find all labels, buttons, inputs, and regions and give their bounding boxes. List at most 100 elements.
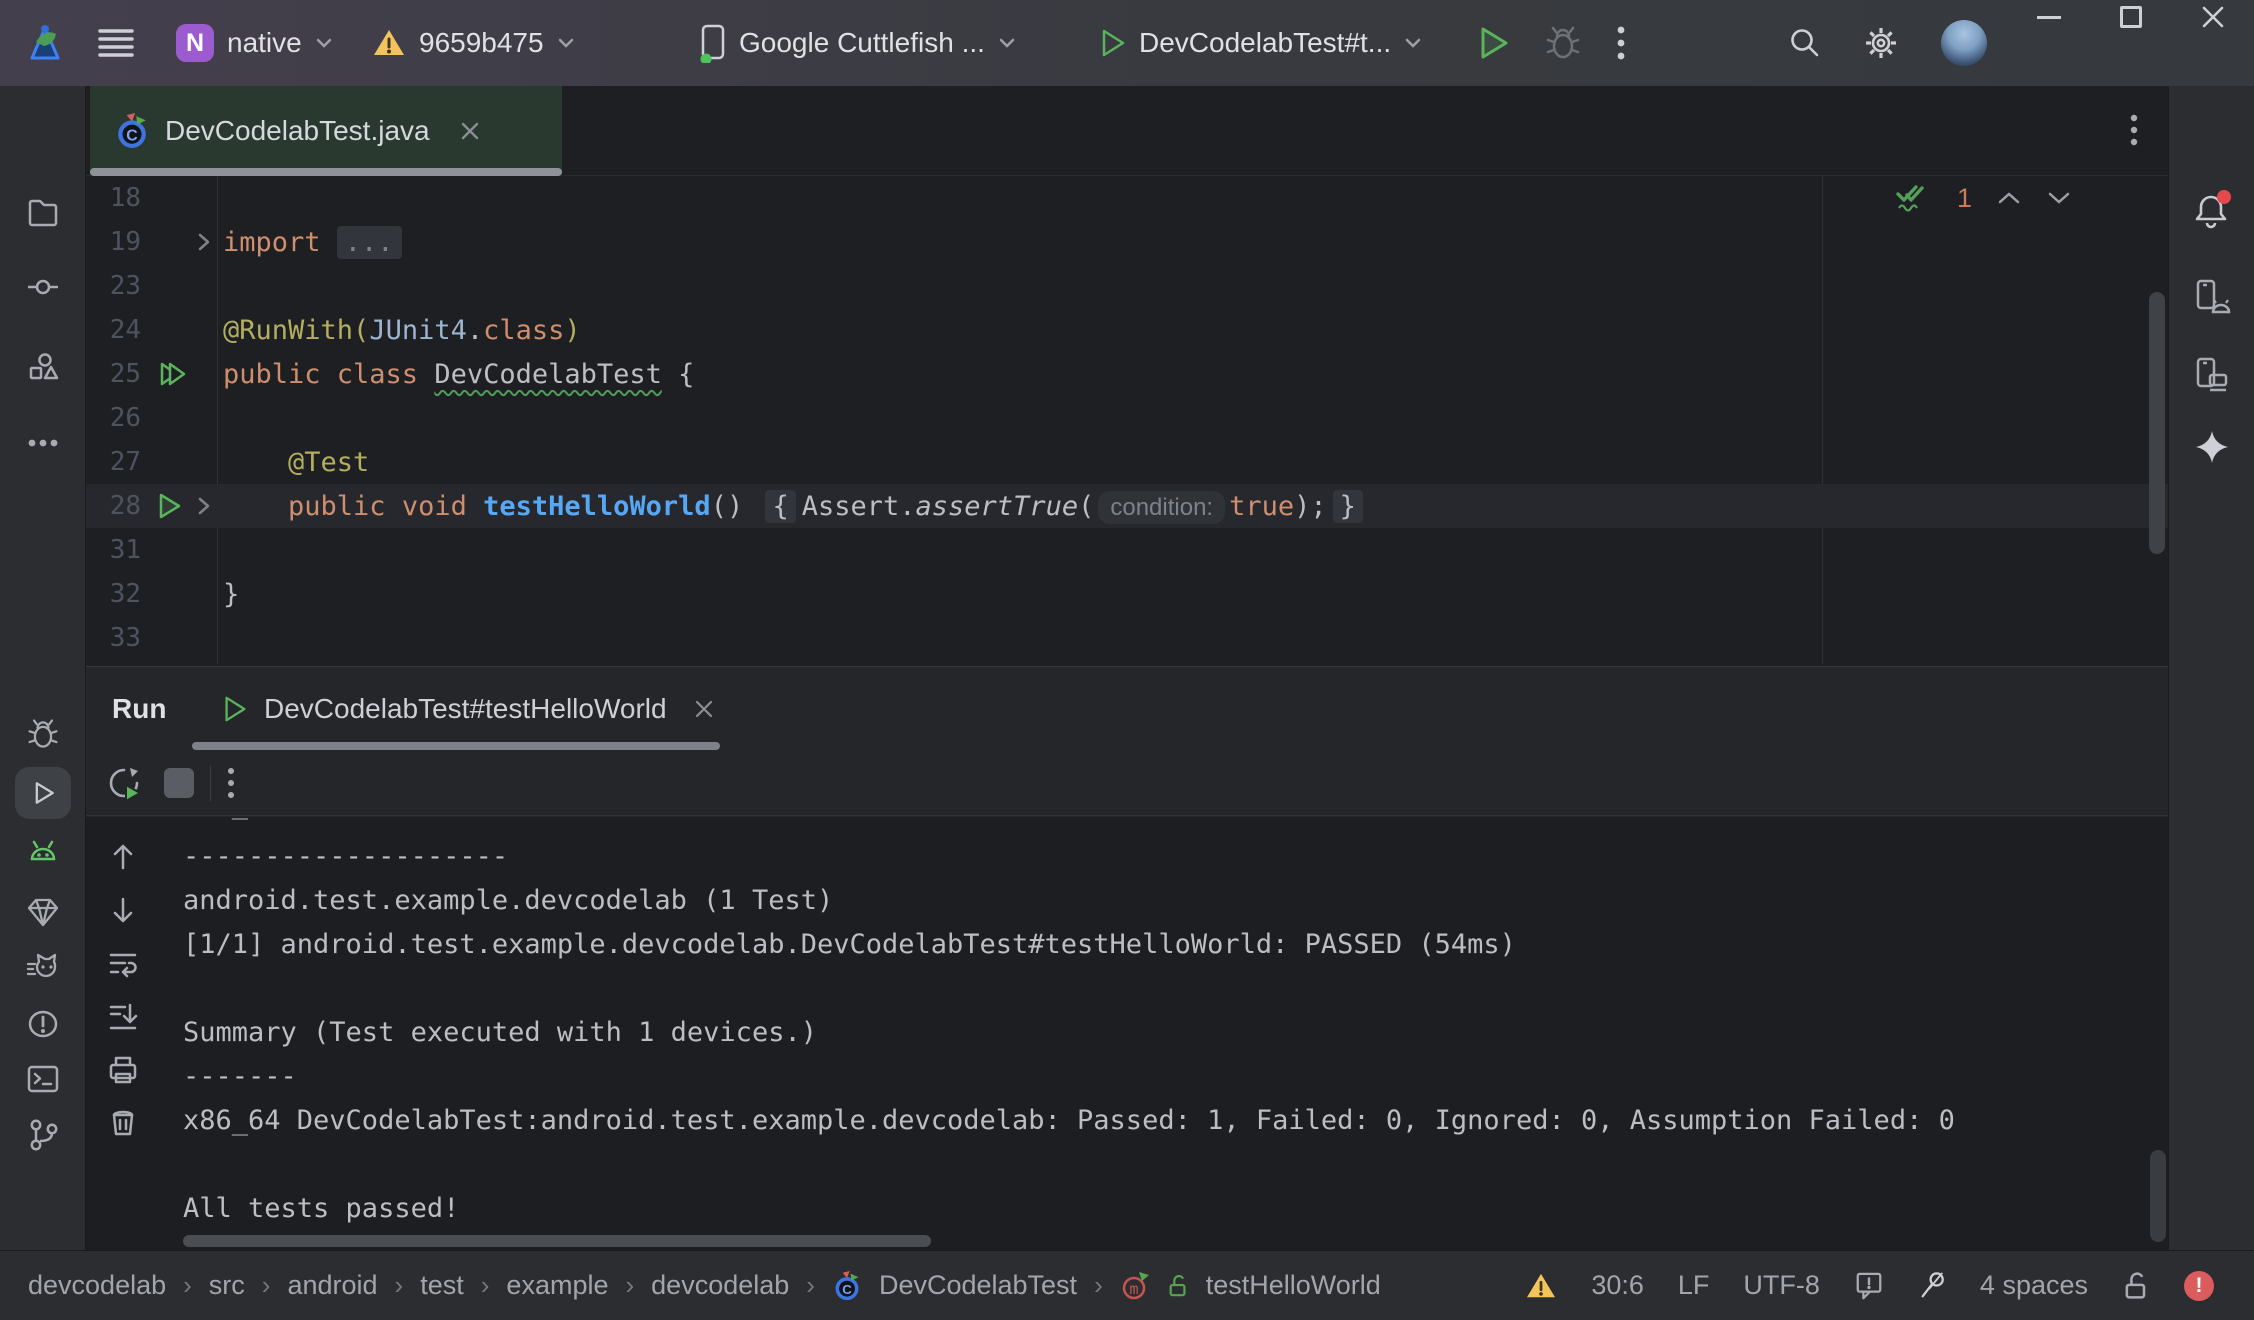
rerun-button[interactable] <box>106 765 142 801</box>
console-horizontal-scrollbar[interactable] <box>183 1235 931 1247</box>
inspections-widget[interactable]: 1 <box>1891 180 2072 216</box>
project-tool-button[interactable] <box>26 195 60 229</box>
project-selector[interactable]: N native <box>176 0 333 86</box>
line-number: 31 <box>86 535 141 565</box>
breadcrumb-item[interactable]: android <box>287 1270 377 1301</box>
console-prev-occurrence-button[interactable] <box>107 841 139 873</box>
window-maximize-button[interactable] <box>2114 0 2148 34</box>
breadcrumb-item[interactable]: DevCodelabTest <box>879 1270 1077 1301</box>
run-tool-button[interactable] <box>15 767 71 819</box>
device-explorer-button[interactable] <box>2193 356 2231 394</box>
window-close-button[interactable] <box>2196 0 2230 34</box>
pin-icon[interactable] <box>1918 1270 1946 1302</box>
shapes-icon <box>26 351 60 385</box>
breadcrumb-item[interactable]: testHelloWorld <box>1206 1270 1381 1301</box>
window-minimize-button[interactable] <box>2032 0 2066 34</box>
user-avatar[interactable] <box>1941 0 1987 86</box>
public-unlock-icon <box>1167 1273 1189 1299</box>
tab-close-icon[interactable] <box>459 120 481 142</box>
vcs-branch-selector[interactable]: 9659b475 <box>372 0 575 86</box>
editor-line: 33 <box>86 616 2168 660</box>
console-vertical-scrollbar[interactable] <box>2150 1150 2166 1242</box>
previous-problem-icon[interactable] <box>1996 190 2022 206</box>
fold-arrow-icon[interactable] <box>195 495 213 517</box>
debug-button[interactable] <box>1544 0 1582 86</box>
run-configuration-selector[interactable]: DevCodelabTest#t... <box>1100 0 1422 86</box>
console-line: ------- <box>183 1055 2148 1099</box>
line-separator-widget[interactable]: LF <box>1678 1270 1710 1301</box>
inspections-ok-icon <box>1891 180 1933 216</box>
notifications-button[interactable] <box>2193 189 2233 231</box>
folded-imports[interactable]: ... <box>337 226 402 259</box>
profiler-tool-button[interactable] <box>26 952 60 984</box>
breadcrumb-item[interactable]: example <box>506 1270 608 1301</box>
breadcrumb: devcodelab › src › android › test › exam… <box>28 1270 1381 1301</box>
more-actions-button[interactable] <box>1616 0 1626 86</box>
error-notification-blob[interactable]: ! <box>2184 1271 2214 1301</box>
caret-position-widget[interactable]: 30:6 <box>1591 1270 1644 1301</box>
main-menu-button[interactable] <box>96 0 136 86</box>
app-quality-insights-tool-button[interactable] <box>26 896 60 928</box>
run-config-name: DevCodelabTest#t... <box>1139 27 1391 59</box>
warning-icon[interactable] <box>1525 1272 1557 1300</box>
breadcrumb-item[interactable]: devcodelab <box>28 1270 166 1301</box>
line-number: 28 <box>86 491 141 521</box>
resource-manager-tool-button[interactable] <box>26 351 60 385</box>
next-problem-icon[interactable] <box>2046 190 2072 206</box>
console-scroll-to-end-button[interactable] <box>107 1001 139 1033</box>
code-editor[interactable]: 18 19 import ... 23 24 @RunWith(JUnit4.c… <box>86 176 2168 664</box>
tab-devcodelabtest-java[interactable]: C DevCodelabTest.java <box>90 86 562 175</box>
folded-brace[interactable]: { <box>765 490 795 523</box>
run-tab-close-icon[interactable] <box>693 698 715 720</box>
debug-tool-button[interactable] <box>26 717 60 751</box>
running-devices-button[interactable] <box>2193 278 2231 316</box>
run-button[interactable] <box>1478 0 1510 86</box>
console-soft-wrap-button[interactable] <box>107 948 139 980</box>
project-badge: N <box>176 24 214 62</box>
console-next-occurrence-button[interactable] <box>107 894 139 926</box>
console-line <box>183 1143 2148 1187</box>
breadcrumb-item[interactable]: devcodelab <box>651 1270 789 1301</box>
commit-icon <box>26 270 60 304</box>
more-tool-windows-button[interactable] <box>26 438 60 448</box>
run-more-options-button[interactable] <box>227 767 235 799</box>
test-console[interactable]: x86_64 DevCodelabTest: -----------------… <box>86 817 2168 1250</box>
chevron-down-icon <box>998 37 1016 49</box>
logcat-tool-button[interactable] <box>26 835 60 869</box>
run-tab-devcodelabtest[interactable]: DevCodelabTest#testHelloWorld <box>222 667 715 750</box>
unlock-icon[interactable] <box>2122 1270 2150 1302</box>
run-class-gutter-icon[interactable] <box>157 359 189 389</box>
parameter-hint: condition: <box>1098 491 1225 524</box>
encoding-widget[interactable]: UTF-8 <box>1743 1270 1820 1301</box>
editor-options-button[interactable] <box>2130 114 2138 146</box>
breadcrumb-item[interactable]: src <box>209 1270 245 1301</box>
search-everywhere-button[interactable] <box>1788 0 1822 86</box>
editor-line: 31 <box>86 528 2168 572</box>
fold-arrow-icon[interactable] <box>195 231 213 253</box>
editor-line: 27 @Test <box>86 440 2168 484</box>
gemini-ai-button[interactable] <box>2193 428 2231 466</box>
editor-line: 23 <box>86 264 2168 308</box>
terminal-tool-button[interactable] <box>26 1063 60 1095</box>
problems-tool-button[interactable] <box>26 1007 60 1041</box>
line-number: 25 <box>86 359 141 389</box>
titlebar: N native 9659b475 Google Cuttlefish ... … <box>0 0 2254 86</box>
sparkle-icon <box>2193 428 2231 466</box>
console-line: -------------------- <box>183 835 2148 879</box>
line-number: 33 <box>86 623 141 653</box>
editor-line: 19 import ... <box>86 220 2168 264</box>
indent-widget[interactable]: 4 spaces <box>1980 1270 2088 1301</box>
reader-mode-icon[interactable] <box>1854 1270 1884 1302</box>
console-print-button[interactable] <box>107 1054 139 1086</box>
commit-tool-button[interactable] <box>26 270 60 304</box>
editor-scrollbar[interactable] <box>2149 292 2165 554</box>
folded-brace[interactable]: } <box>1333 490 1363 523</box>
console-clear-button[interactable] <box>107 1106 139 1138</box>
run-test-gutter-icon[interactable] <box>157 491 183 521</box>
device-selector[interactable]: Google Cuttlefish ... <box>700 0 1016 86</box>
stop-button[interactable] <box>164 768 194 798</box>
warning-icon <box>372 28 406 58</box>
breadcrumb-item[interactable]: test <box>420 1270 464 1301</box>
run-tab-label: DevCodelabTest#testHelloWorld <box>264 693 667 725</box>
version-control-tool-button[interactable] <box>26 1118 60 1152</box>
